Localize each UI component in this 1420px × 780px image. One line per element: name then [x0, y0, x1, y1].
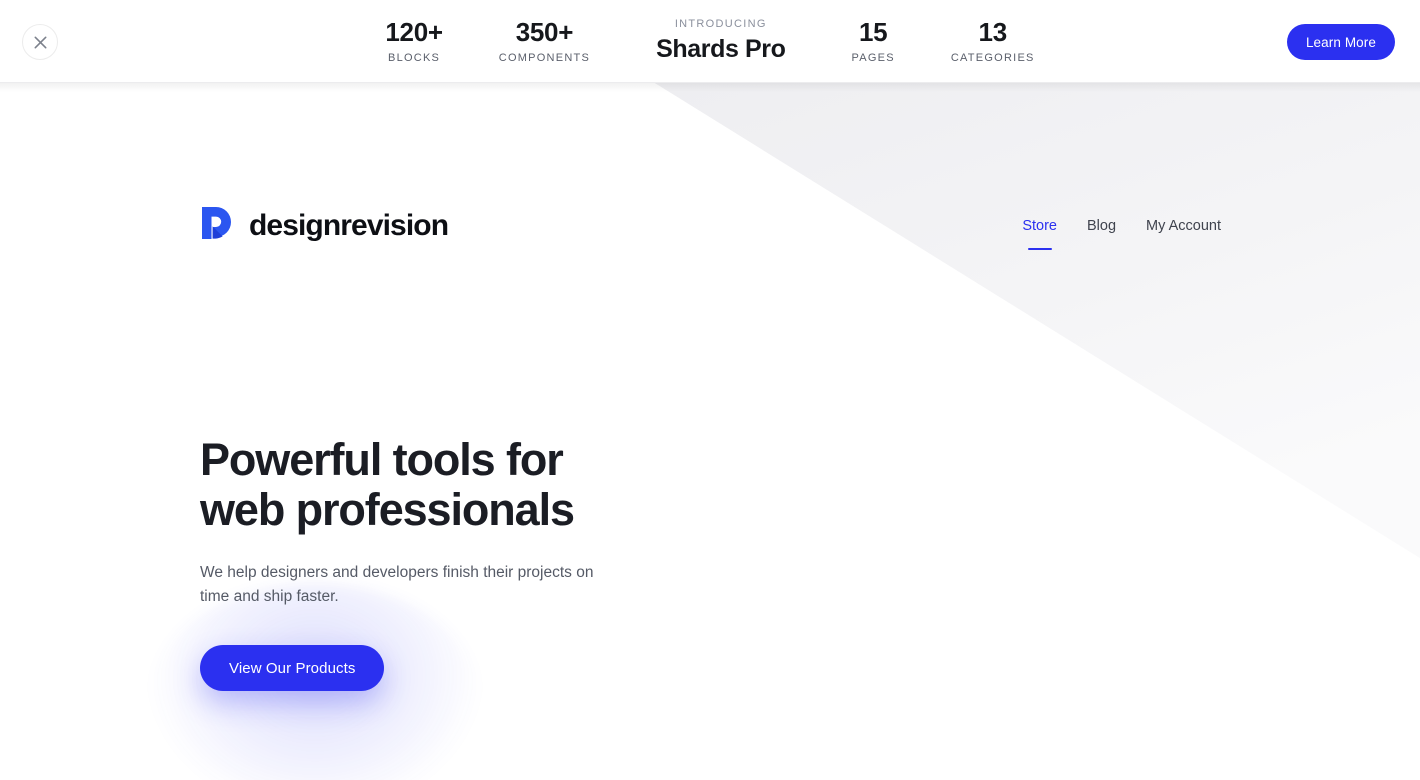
stat-value: 120+: [385, 16, 443, 47]
designrevision-logo-icon: [200, 205, 234, 246]
stat-value: 350+: [515, 16, 574, 47]
nav-item-store[interactable]: Store: [1022, 217, 1057, 240]
stat-pages: 15 PAGES: [823, 16, 922, 65]
stat-label: CATEGORIES: [950, 52, 1035, 65]
stat-components: 350+ COMPONENTS: [471, 16, 618, 65]
promo-brand: INTRODUCING Shards Pro: [618, 19, 823, 64]
stat-categories: 13 CATEGORIES: [923, 16, 1063, 65]
promo-product-title: Shards Pro: [656, 35, 786, 64]
promo-content: 120+ BLOCKS 350+ COMPONENTS INTRODUCING …: [0, 0, 1420, 83]
view-our-products-button[interactable]: View Our Products: [200, 645, 385, 692]
stat-label: COMPONENTS: [498, 52, 591, 65]
promo-bar: 120+ BLOCKS 350+ COMPONENTS INTRODUCING …: [0, 0, 1420, 92]
nav-item-blog[interactable]: Blog: [1087, 217, 1116, 240]
stat-label: PAGES: [851, 52, 895, 65]
learn-more-button[interactable]: Learn More: [1286, 24, 1395, 60]
page-title: Powerful tools for web professionals: [200, 434, 575, 536]
site-logo[interactable]: designrevision: [200, 205, 449, 246]
stat-blocks: 120+ BLOCKS: [357, 16, 470, 65]
hero-subtitle: We help designers and developers finish …: [200, 563, 594, 605]
promo-bar-divider: [0, 82, 1420, 83]
promo-kicker: INTRODUCING: [674, 18, 767, 31]
main-nav: Store Blog My Account: [1022, 217, 1221, 240]
logo-text: designrevision: [249, 208, 449, 242]
stat-value: 13: [978, 16, 1008, 47]
nav-item-my-account[interactable]: My Account: [1146, 217, 1221, 240]
stat-value: 15: [858, 16, 888, 47]
hero-copy: Powerful tools for web professionals We …: [200, 434, 840, 692]
stat-label: BLOCKS: [387, 52, 441, 65]
hero-section: designrevision Store Blog My Account Pow…: [0, 83, 1420, 780]
